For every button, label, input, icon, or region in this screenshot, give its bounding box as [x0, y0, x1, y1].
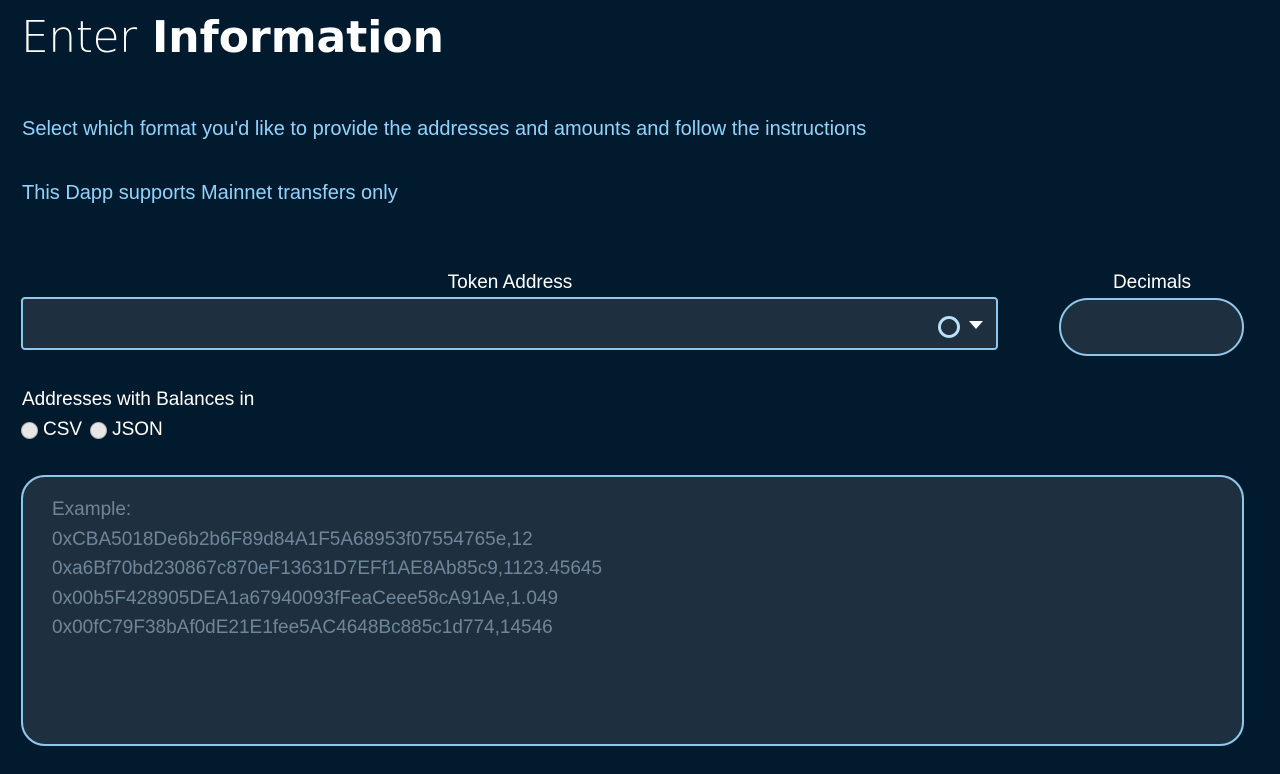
format-radio-group: CSV JSON	[21, 419, 171, 441]
token-address-select[interactable]	[21, 297, 998, 350]
csv-radio-label: CSV	[43, 419, 83, 440]
mainnet-notice: This Dapp supports Mainnet transfers onl…	[22, 182, 398, 204]
page-title-light: Enter	[21, 12, 137, 63]
chevron-down-icon[interactable]	[969, 321, 983, 329]
placeholder-line: Example:	[52, 499, 132, 520]
placeholder-line: 0xCBA5018De6b2b6F89d84A1F5A68953f0755476…	[52, 528, 533, 550]
json-option[interactable]: JSON	[90, 419, 163, 441]
csv-option[interactable]: CSV	[21, 419, 82, 441]
placeholder-line: 0x00fC79F38bAf0dE21E1fee5AC4648Bc885c1d7…	[52, 617, 553, 638]
decimals-input[interactable]	[1059, 298, 1244, 356]
json-radio-label: JSON	[112, 419, 163, 440]
csv-radio[interactable]	[21, 421, 38, 439]
enter-information-page: Enter Information Select which format yo…	[0, 0, 1280, 774]
page-title-bold: Information	[151, 12, 444, 63]
token-address-label: Token Address	[447, 272, 573, 293]
decimals-label: Decimals	[1112, 272, 1192, 293]
page-title: Enter Information	[21, 10, 444, 66]
balances-format-label: Addresses with Balances in	[22, 389, 255, 410]
loading-spinner-icon	[938, 316, 960, 338]
placeholder-line: 0x00b5F428905DEA1a67940093fFeaCeee58cA91…	[52, 587, 559, 609]
placeholder-line: 0xa6Bf70bd230867c870eF13631D7EFf1AE8Ab85…	[52, 558, 603, 579]
format-instructions: Select which format you'd like to provid…	[22, 118, 867, 140]
json-radio[interactable]	[90, 421, 108, 439]
addresses-balances-textarea[interactable]: Example: 0xCBA5018De6b2b6F89d84A1F5A6895…	[21, 475, 1244, 746]
